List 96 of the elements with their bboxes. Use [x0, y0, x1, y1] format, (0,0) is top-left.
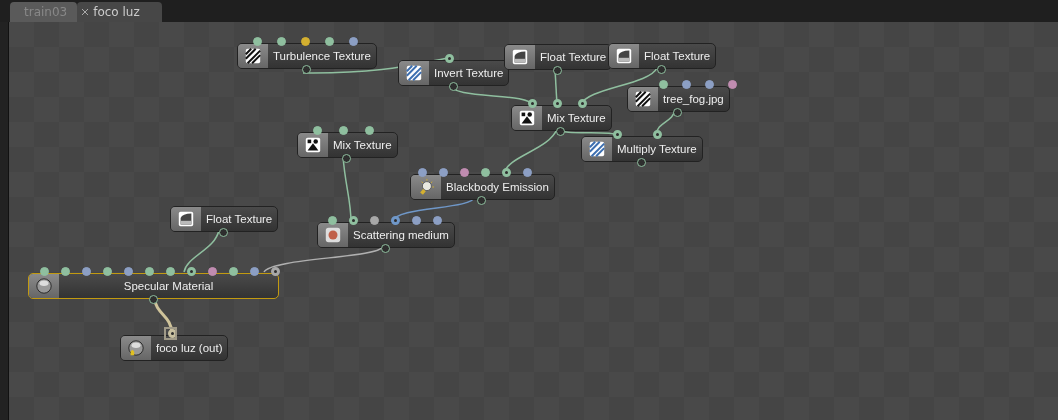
- bulb-icon: [417, 178, 435, 196]
- input-pin[interactable]: [391, 216, 400, 225]
- input-pin[interactable]: [553, 99, 562, 108]
- gradient-icon: [511, 48, 529, 66]
- input-pin[interactable]: [250, 267, 259, 276]
- node-label: Blackbody Emission: [445, 180, 550, 195]
- node-label: foco luz (out): [155, 341, 224, 356]
- input-pin[interactable]: [523, 168, 532, 177]
- input-pin[interactable]: [705, 80, 714, 89]
- node-card[interactable]: Turbulence Texture: [237, 43, 377, 69]
- output-pin[interactable]: [380, 244, 390, 253]
- input-pin[interactable]: [349, 37, 358, 46]
- output-pin[interactable]: [342, 154, 352, 163]
- input-pin[interactable]: [187, 267, 196, 276]
- input-pin[interactable]: [328, 216, 337, 225]
- input-pin[interactable]: [301, 37, 310, 46]
- node-card[interactable]: Invert Texture: [398, 60, 510, 86]
- stripes-icon: [588, 140, 606, 158]
- input-pin[interactable]: [682, 80, 691, 89]
- pin-highlight: [164, 327, 177, 340]
- input-pin[interactable]: [460, 168, 469, 177]
- input-pin[interactable]: [325, 37, 334, 46]
- node-card[interactable]: Float Texture: [170, 206, 279, 232]
- input-pin[interactable]: [145, 267, 154, 276]
- node-card[interactable]: Mix Texture: [297, 132, 398, 158]
- node-label: Multiply Texture: [616, 142, 698, 157]
- input-pin[interactable]: [349, 216, 358, 225]
- input-pin[interactable]: [313, 126, 322, 135]
- input-pin[interactable]: [445, 54, 454, 63]
- input-pin[interactable]: [433, 216, 442, 225]
- input-pin[interactable]: [412, 216, 421, 225]
- sphere-icon: [35, 277, 53, 295]
- close-icon[interactable]: [81, 8, 90, 16]
- input-pin[interactable]: [653, 130, 662, 139]
- input-pin[interactable]: [481, 168, 490, 177]
- input-pin[interactable]: [253, 37, 262, 46]
- output-pin[interactable]: [148, 295, 158, 304]
- output-pin[interactable]: [556, 127, 566, 136]
- input-pin[interactable]: [528, 99, 537, 108]
- mix-icon: [518, 109, 536, 127]
- node-label: Specular Material: [122, 279, 215, 294]
- input-pin[interactable]: [168, 329, 177, 338]
- input-pin[interactable]: [208, 267, 217, 276]
- input-pin[interactable]: [82, 267, 91, 276]
- output-pin[interactable]: [553, 66, 563, 75]
- node-label: Float Texture: [539, 50, 608, 65]
- input-pin[interactable]: [365, 126, 374, 135]
- stripes-icon: [634, 90, 652, 108]
- node-label: Mix Texture: [332, 138, 393, 153]
- stripes-icon: [244, 47, 262, 65]
- node-card[interactable]: Float Texture: [608, 43, 717, 69]
- input-pin[interactable]: [277, 37, 286, 46]
- output-pin[interactable]: [219, 228, 229, 237]
- node-card[interactable]: Blackbody Emission: [410, 174, 555, 200]
- node-label: Invert Texture: [433, 66, 505, 81]
- node-card[interactable]: Mix Texture: [511, 105, 612, 131]
- node-card[interactable]: tree_fog.jpg: [627, 86, 730, 112]
- input-pin[interactable]: [659, 80, 668, 89]
- input-pin[interactable]: [370, 216, 379, 225]
- node-label: Scattering medium: [352, 228, 450, 243]
- output-pin[interactable]: [636, 158, 646, 167]
- input-pin[interactable]: [103, 267, 112, 276]
- stripes-icon: [405, 64, 423, 82]
- input-pin[interactable]: [502, 168, 511, 177]
- node-card[interactable]: Specular Material: [28, 273, 279, 299]
- node-label: Float Texture: [643, 49, 712, 64]
- input-pin[interactable]: [439, 168, 448, 177]
- node-label: Mix Texture: [546, 111, 607, 126]
- node-card[interactable]: Scattering medium: [317, 222, 455, 248]
- input-pin[interactable]: [124, 267, 133, 276]
- gradient-icon: [177, 210, 195, 228]
- node-card[interactable]: foco luz (out): [120, 335, 229, 361]
- tab[interactable]: foco luz: [77, 2, 162, 22]
- input-pin[interactable]: [229, 267, 238, 276]
- input-pin[interactable]: [61, 267, 70, 276]
- output-pin[interactable]: [673, 108, 683, 117]
- input-pin[interactable]: [728, 80, 737, 89]
- input-pin[interactable]: [578, 99, 587, 108]
- connection-wire: [183, 229, 220, 273]
- input-pin[interactable]: [339, 126, 348, 135]
- input-pin[interactable]: [271, 267, 280, 276]
- node-label: Turbulence Texture: [272, 49, 372, 64]
- input-pin[interactable]: [418, 168, 427, 177]
- gradient-icon: [615, 47, 633, 65]
- mix-icon: [304, 136, 322, 154]
- input-pin[interactable]: [166, 267, 175, 276]
- output-pin[interactable]: [657, 65, 667, 74]
- output-pin[interactable]: [448, 82, 458, 91]
- input-pin[interactable]: [40, 267, 49, 276]
- node-card[interactable]: Multiply Texture: [581, 136, 703, 162]
- output-pin[interactable]: [477, 196, 487, 205]
- node-label: Float Texture: [205, 212, 274, 227]
- node-label: tree_fog.jpg: [662, 92, 725, 107]
- output-pin[interactable]: [301, 65, 311, 74]
- sphere-icon: [127, 339, 145, 357]
- input-pin[interactable]: [613, 130, 622, 139]
